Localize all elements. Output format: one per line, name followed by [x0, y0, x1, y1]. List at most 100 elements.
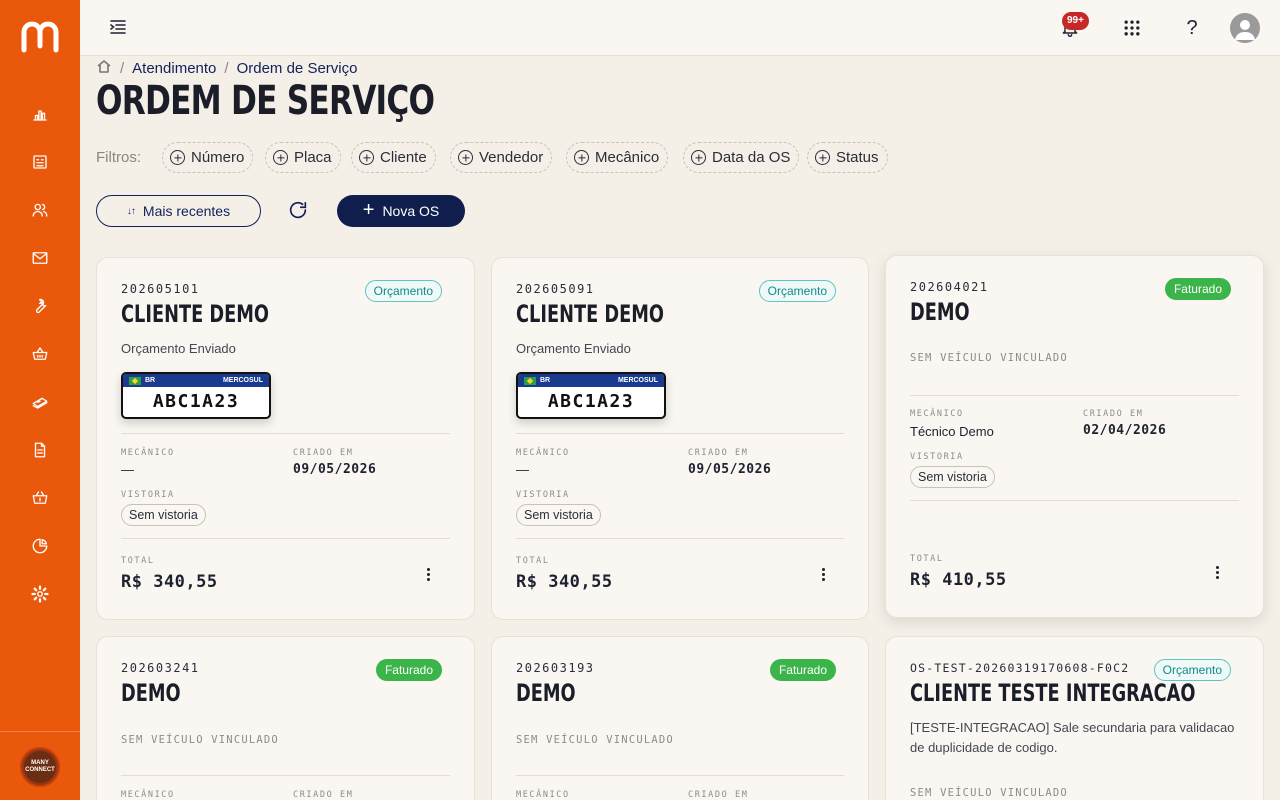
- plus-circle-icon: [691, 150, 706, 165]
- users-icon: [32, 203, 48, 217]
- plus-circle-icon: [574, 150, 589, 165]
- refresh-button[interactable]: [287, 199, 311, 223]
- no-vehicle-text: SEM VEÍCULO VINCULADO: [910, 352, 1068, 364]
- shopping-basket-icon: [32, 491, 48, 504]
- created-value: 09/05/2026: [688, 462, 772, 477]
- mechanic-value: Técnico Demo: [910, 424, 994, 439]
- status-badge: Orçamento: [1153, 659, 1231, 681]
- filter-chip-data-os[interactable]: Data da OS: [683, 142, 800, 173]
- mechanic-value: —: [516, 462, 529, 477]
- created-label: CRIADO EM: [688, 790, 749, 800]
- sidebar-item-customers[interactable]: [28, 198, 52, 222]
- app-logo[interactable]: [20, 16, 60, 56]
- os-card[interactable]: 202603241 Faturado DEMO SEM VEÍCULO VINC…: [96, 636, 475, 800]
- client-name: CLIENTE TESTE INTEGRACAO: [910, 679, 1196, 707]
- client-name: DEMO: [516, 679, 576, 707]
- os-number: 202604021: [910, 280, 989, 294]
- filter-chip-label: Status: [836, 149, 879, 166]
- inspection-badge: Sem vistoria: [516, 504, 601, 526]
- cash-register-icon: [33, 155, 47, 169]
- os-number: 202605091: [516, 282, 595, 296]
- total-label: TOTAL: [516, 556, 550, 566]
- sidebar-item-settings[interactable]: [28, 582, 52, 606]
- client-name: DEMO: [910, 298, 970, 326]
- created-label: CRIADO EM: [1083, 409, 1144, 419]
- page-title: ORDEM DE SERVIÇO: [96, 78, 435, 124]
- mechanic-label: MECÂNICO: [121, 448, 175, 458]
- plus-icon: +: [362, 199, 375, 221]
- plate-number: ABC1A23: [547, 391, 635, 412]
- help-button[interactable]: ?: [1178, 14, 1206, 42]
- plate-number: ABC1A23: [152, 391, 240, 412]
- plus-circle-icon: [815, 150, 830, 165]
- os-card[interactable]: 202605091 Orçamento CLIENTE DEMO Orçamen…: [491, 257, 869, 620]
- wrench-icon: [35, 298, 47, 314]
- filter-chip-mecanico[interactable]: Mecânico: [566, 142, 669, 173]
- card-divider: [121, 775, 450, 776]
- sidebar-item-sales[interactable]: [28, 342, 52, 366]
- filter-chip-placa[interactable]: Placa: [265, 142, 341, 173]
- card-divider: [516, 775, 844, 776]
- os-number: 202605101: [121, 282, 200, 296]
- total-label: TOTAL: [910, 554, 944, 564]
- topbar: 99+ ?: [80, 0, 1280, 56]
- sidebar-item-messages[interactable]: [28, 246, 52, 270]
- breadcrumb-item-section[interactable]: Atendimento: [132, 60, 216, 77]
- filter-chip-vendedor[interactable]: Vendedor: [450, 142, 553, 173]
- plus-circle-icon: [359, 150, 374, 165]
- basket-icon: [32, 347, 48, 360]
- breadcrumb-home[interactable]: [96, 58, 112, 78]
- sidebar-toggle-button[interactable]: [108, 17, 128, 37]
- os-card[interactable]: 202603193 Faturado DEMO SEM VEÍCULO VINC…: [491, 636, 869, 800]
- sidebar-item-documents[interactable]: [28, 438, 52, 462]
- breadcrumb-item-current: Ordem de Serviço: [236, 59, 358, 77]
- sidebar: MANY CONNECT: [0, 0, 80, 800]
- license-plate: BR MERCOSUL ABC1A23: [121, 372, 271, 419]
- mechanic-label: MECÂNICO: [910, 409, 964, 419]
- user-avatar[interactable]: [1230, 13, 1260, 43]
- os-card[interactable]: 202605101 Orçamento CLIENTE DEMO Orçamen…: [96, 257, 475, 620]
- sidebar-item-purchases[interactable]: [28, 486, 52, 510]
- filter-chip-numero[interactable]: Número: [162, 142, 254, 173]
- card-divider: [516, 433, 844, 434]
- organization-avatar[interactable]: MANY CONNECT: [20, 747, 60, 787]
- os-card[interactable]: 202604021 Faturado DEMO SEM VEÍCULO VINC…: [885, 255, 1264, 618]
- mechanic-label: MECÂNICO: [516, 448, 570, 458]
- card-divider: [910, 395, 1239, 396]
- sidebar-item-service[interactable]: [28, 294, 52, 318]
- filter-chip-label: Cliente: [380, 149, 427, 166]
- filter-chip-status[interactable]: Status: [807, 142, 888, 173]
- card-divider: [121, 538, 450, 539]
- no-vehicle-text: SEM VEÍCULO VINCULADO: [910, 787, 1068, 799]
- breadcrumb: / Atendimento / Ordem de Serviço: [96, 58, 357, 78]
- filter-chip-label: Mecânico: [595, 149, 660, 166]
- new-os-button[interactable]: + Nova OS: [337, 195, 465, 227]
- breadcrumb-separator: /: [120, 59, 125, 77]
- card-menu-button[interactable]: [1209, 562, 1225, 582]
- apps-button[interactable]: [1118, 14, 1146, 42]
- no-vehicle-text: SEM VEÍCULO VINCULADO: [121, 734, 279, 746]
- sidebar-item-dashboard[interactable]: [28, 102, 52, 126]
- home-icon: [97, 60, 111, 73]
- sort-button-label: Mais recentes: [142, 203, 231, 219]
- user-icon: [1235, 20, 1255, 40]
- sidebar-item-reports[interactable]: [28, 534, 52, 558]
- client-name: DEMO: [121, 679, 181, 707]
- filter-chip-cliente[interactable]: Cliente: [351, 142, 436, 173]
- card-menu-button[interactable]: [420, 564, 436, 584]
- sidebar-item-pos[interactable]: [28, 150, 52, 174]
- inspection-label: VISTORIA: [121, 490, 175, 500]
- card-menu-button[interactable]: [815, 564, 831, 584]
- client-name: CLIENTE DEMO: [121, 300, 270, 328]
- status-badge: Faturado: [1164, 278, 1231, 300]
- filter-chip-label: Data da OS: [712, 149, 791, 166]
- new-os-button-label: Nova OS: [382, 203, 440, 219]
- status-badge: Faturado: [769, 659, 836, 681]
- plate-country: BR: [540, 377, 551, 384]
- sidebar-item-finance[interactable]: [28, 390, 52, 414]
- filter-chip-label: Placa: [294, 149, 332, 166]
- plus-circle-icon: [273, 150, 288, 165]
- os-card[interactable]: OS-TEST-20260319170608-F0C2 Orçamento CL…: [885, 636, 1264, 800]
- sort-button[interactable]: ↓↑ Mais recentes: [96, 195, 261, 227]
- plate-region: MERCOSUL: [222, 377, 263, 384]
